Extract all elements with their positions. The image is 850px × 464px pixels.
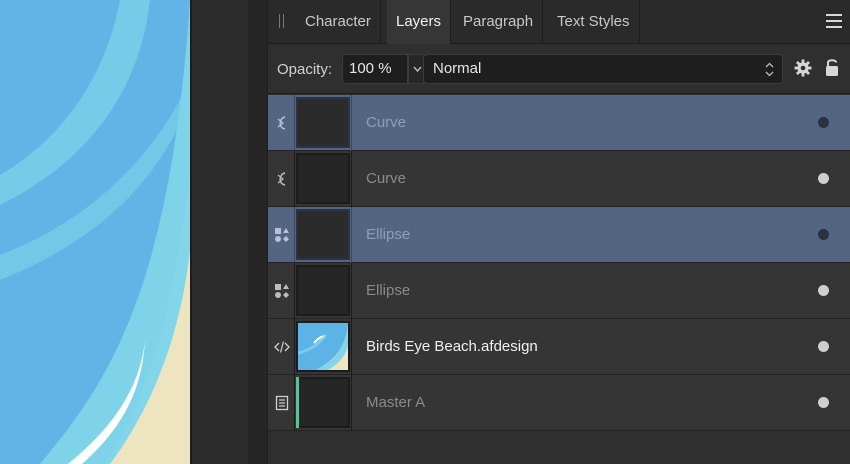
divider xyxy=(351,263,352,319)
layer-thumbnail xyxy=(296,321,350,372)
divider xyxy=(351,207,352,263)
layer-name: Birds Eye Beach.afdesign xyxy=(366,338,538,355)
tab-paragraph[interactable]: Paragraph xyxy=(454,0,544,44)
layer-row[interactable]: Curve xyxy=(268,151,850,207)
tab-layers[interactable]: Layers xyxy=(387,0,452,44)
layer-thumbnail xyxy=(296,377,350,428)
layers-toolbar: Opacity: 100 % Normal xyxy=(268,45,850,94)
tab-character[interactable]: Character xyxy=(296,0,381,44)
embedded-document-icon xyxy=(274,341,290,353)
divider xyxy=(351,375,352,431)
curve-icon xyxy=(277,172,286,186)
layer-row[interactable]: Master A xyxy=(268,375,850,431)
visibility-toggle[interactable] xyxy=(818,285,829,296)
blend-mode-value: Normal xyxy=(433,60,482,77)
workspace-gutter xyxy=(192,0,248,464)
layer-name: Master A xyxy=(366,394,426,411)
panel-edge xyxy=(248,0,268,464)
beach-thumbnail-image xyxy=(298,323,348,370)
layer-name: Curve xyxy=(366,114,407,131)
hamburger-menu-icon[interactable] xyxy=(826,13,842,29)
panel-grip-handle[interactable] xyxy=(278,14,286,30)
layer-row[interactable]: Ellipse xyxy=(268,207,850,263)
layer-row[interactable]: Birds Eye Beach.afdesign xyxy=(268,319,850,375)
layer-thumbnail xyxy=(296,97,350,148)
visibility-toggle[interactable] xyxy=(818,341,829,352)
divider xyxy=(351,95,352,151)
document-canvas[interactable] xyxy=(0,0,190,464)
layers-panel: Character Layers Paragraph Text Styles O… xyxy=(268,0,850,464)
visibility-toggle[interactable] xyxy=(818,117,829,128)
shapes-icon xyxy=(275,284,289,298)
layer-row[interactable]: Curve xyxy=(268,95,850,151)
blend-mode-select[interactable]: Normal xyxy=(423,54,783,84)
beach-artwork xyxy=(0,0,190,464)
layer-thumbnail xyxy=(296,265,350,316)
layer-name: Ellipse xyxy=(366,226,411,243)
layer-thumbnail xyxy=(296,209,350,260)
chevron-down-icon xyxy=(413,66,422,72)
divider xyxy=(351,319,352,375)
curve-icon xyxy=(277,116,286,130)
master-accent-bar xyxy=(296,377,299,428)
opacity-input[interactable]: 100 % xyxy=(342,54,408,84)
layer-name: Ellipse xyxy=(366,282,411,299)
layer-name: Curve xyxy=(366,170,407,187)
layer-row[interactable]: Ellipse xyxy=(268,263,850,319)
master-page-icon xyxy=(275,395,289,411)
updown-chevron-icon xyxy=(765,62,774,77)
visibility-toggle[interactable] xyxy=(818,173,829,184)
visibility-toggle[interactable] xyxy=(818,229,829,240)
shapes-icon xyxy=(275,228,289,242)
visibility-toggle[interactable] xyxy=(818,397,829,408)
tab-text-styles[interactable]: Text Styles xyxy=(548,0,640,44)
divider xyxy=(351,151,352,207)
lock-icon[interactable] xyxy=(824,57,840,77)
gear-icon[interactable] xyxy=(794,59,812,77)
layers-empty-area xyxy=(268,432,850,464)
panel-tab-bar: Character Layers Paragraph Text Styles xyxy=(268,0,850,44)
layer-thumbnail xyxy=(296,153,350,204)
opacity-label: Opacity: xyxy=(277,61,333,78)
